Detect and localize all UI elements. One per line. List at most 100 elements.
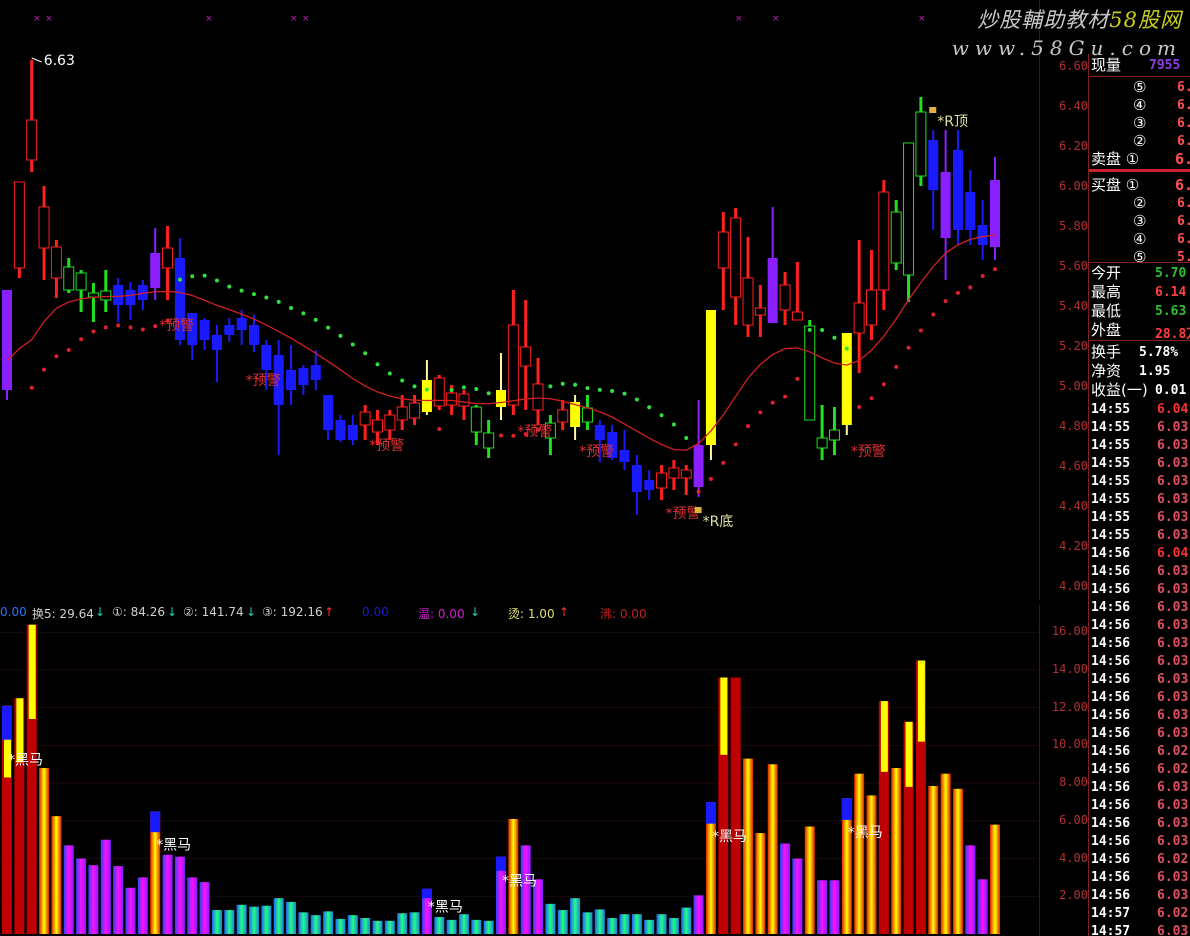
candle [323, 395, 334, 440]
indicator-blue: 0.00 [362, 605, 389, 619]
price-tick-label: 6.60 [1059, 59, 1088, 73]
candle [804, 320, 816, 421]
candle [717, 212, 729, 310]
candle-body [619, 450, 630, 462]
volume-bar [681, 907, 692, 934]
candle-body [335, 420, 346, 440]
volume-bar [310, 915, 321, 934]
volume-bar [372, 920, 383, 934]
resistance-dot [820, 327, 825, 332]
volume-chart[interactable]: *黑马 *黑马 *黑马 *黑马 *黑马 *黑马 [0, 605, 1040, 936]
candle-body [496, 390, 506, 407]
marker-icon: × [918, 14, 926, 24]
resistance-dot [610, 388, 615, 393]
volume-bar-body [199, 882, 210, 934]
marker-icon: × [772, 14, 780, 24]
bids-label: 买盘 ① [1091, 176, 1140, 194]
indicator-3: ③: 192.16 [262, 605, 323, 619]
volume-bar-top [150, 811, 161, 833]
resistance-dot [548, 384, 553, 389]
resistance-dot [387, 371, 392, 376]
bids-label: ④ [1133, 230, 1147, 248]
volume-bar-body [668, 917, 679, 934]
volume-bar-body [347, 915, 358, 934]
candle [767, 207, 778, 323]
volume-tick-label: 12.00 [1051, 699, 1088, 714]
volume-bar-body [557, 910, 568, 934]
price-tick-label: 4.20 [1059, 539, 1088, 553]
asks-label: ③ [1133, 114, 1147, 132]
marker-icon: × [735, 14, 743, 24]
candle [631, 455, 642, 515]
candle-body [2, 290, 12, 390]
volume-bar [384, 920, 395, 934]
tick-price: 6.03 [1157, 474, 1189, 489]
support-dot [968, 285, 973, 290]
candle-body [730, 217, 742, 298]
volume-bar-body [631, 914, 642, 934]
candle [532, 358, 544, 425]
candle-body [990, 180, 1000, 247]
tick-time: 14:56 [1091, 744, 1131, 759]
candle-body [644, 480, 655, 490]
tick-price: 6.03 [1157, 834, 1189, 849]
volume-bar-body [335, 918, 346, 934]
support-dot [29, 385, 34, 390]
volume-bar-segment [905, 721, 913, 787]
indicator-wen: 温: 0.00 [418, 607, 465, 621]
volume-bar [545, 903, 556, 934]
chart-annotation: *R底 [703, 514, 734, 530]
bids-label: ⑤ [1133, 248, 1147, 266]
tick-price: 6.02 [1157, 744, 1189, 759]
support-dot [66, 347, 71, 352]
support-dot [955, 290, 960, 295]
volume-bar [323, 911, 334, 934]
candle-body [298, 368, 309, 385]
volume-bar-body [249, 906, 259, 934]
candle [470, 405, 482, 445]
tick-time: 14:56 [1091, 816, 1131, 831]
resistance-dot [832, 335, 837, 340]
volume-bar-body [594, 909, 605, 934]
candle-body [199, 320, 210, 340]
resistance-dot [560, 381, 565, 386]
resistance-dot [375, 362, 380, 367]
candle-body [483, 432, 495, 449]
tick-time: 14:56 [1091, 690, 1131, 705]
volume-bar [397, 913, 408, 934]
watermark-brand: 58股网 [1109, 8, 1182, 32]
volume-tick-label: 14.00 [1051, 661, 1088, 676]
candle-body [372, 419, 383, 433]
current-volume: 7955 [1149, 58, 1181, 73]
volume-bar-body [792, 858, 803, 934]
resistance-dot [424, 387, 429, 392]
candle [137, 280, 148, 310]
tick-time: 14:56 [1091, 708, 1131, 723]
stat-label: 外盘 [1091, 321, 1122, 339]
candle-body [38, 206, 50, 249]
volume-bar [100, 839, 111, 934]
volume-bar-segment [917, 660, 925, 742]
resistance-dot [190, 274, 195, 279]
candle [273, 340, 284, 455]
candle [656, 465, 668, 500]
candle [507, 290, 519, 415]
stat-value: 6.14 [1155, 285, 1187, 300]
volume-bar [113, 866, 124, 934]
volume-bar [174, 856, 185, 934]
tick-time: 14:56 [1091, 798, 1131, 813]
volume-bar-body [372, 920, 383, 934]
asks-label: ④ [1133, 96, 1147, 114]
volume-bar-segment [28, 624, 36, 719]
volume-bar [854, 773, 865, 934]
candle [396, 395, 408, 430]
support-dot [881, 382, 886, 387]
volume-bar [668, 917, 679, 934]
support-dot [980, 274, 985, 279]
volume-bar-body [88, 865, 99, 934]
quote-panel: 现量 7955 ⑤ 6. ④ 6. ③ 6. ② 6. 卖盘 ① 6. 买盘 ① 6. ② 6. ③ 6. ④ 6… [1088, 54, 1190, 936]
volume-bar-body [780, 843, 791, 934]
volume-bar [125, 887, 136, 934]
volume-bar-body [866, 795, 877, 934]
price-chart[interactable]: 6.63*预警*预警*预警*预警*预警*预警 *R底*预警*R顶 [0, 0, 1040, 600]
